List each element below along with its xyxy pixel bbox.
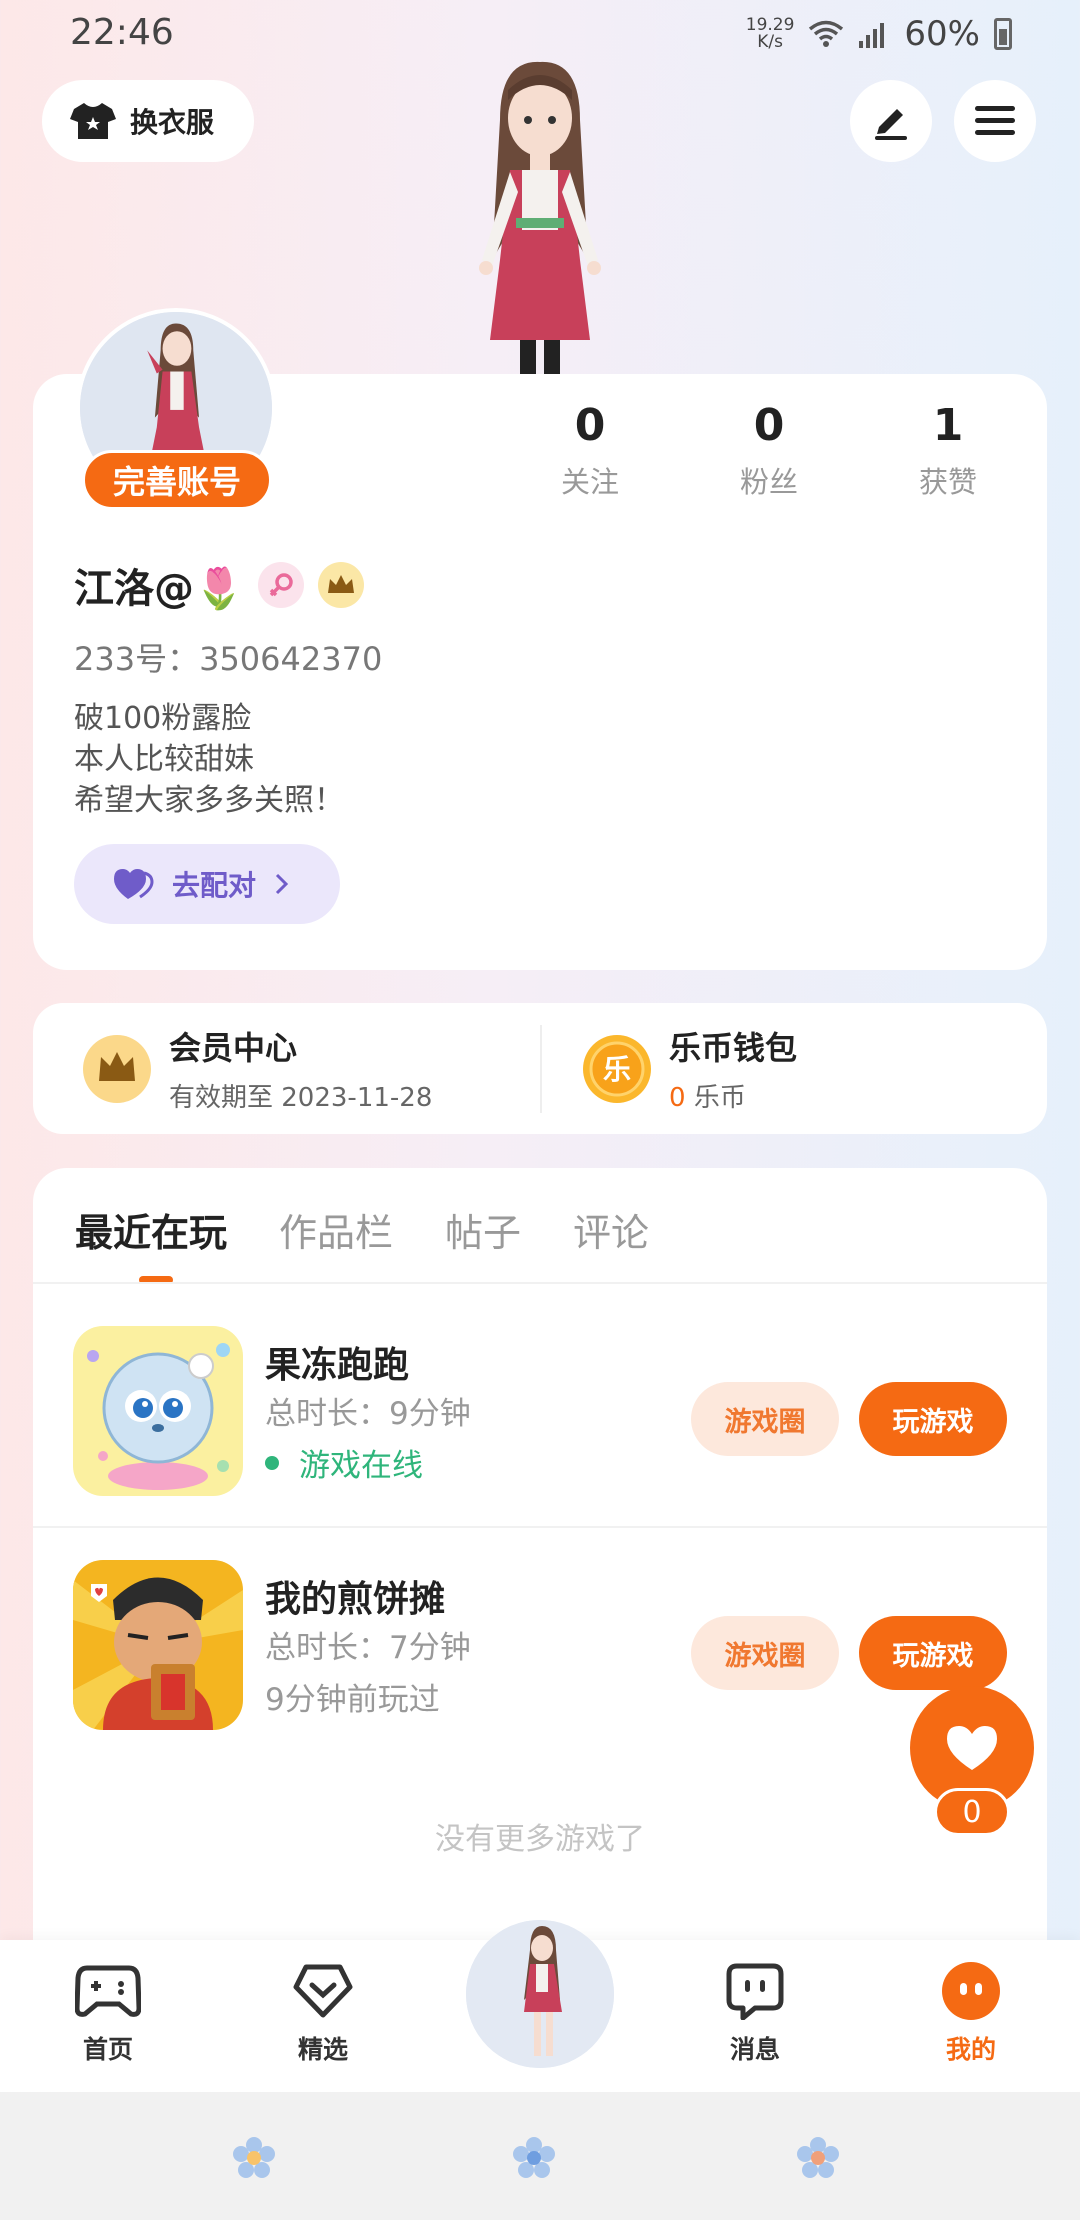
profile-face-icon [942, 1962, 1000, 2020]
no-more-games-text: 没有更多游戏了 [435, 1822, 645, 1857]
battery-percent: 60% [904, 14, 980, 54]
change-outfit-label: 换衣服 [130, 106, 215, 139]
user-id: 233号：350642370 [74, 640, 383, 678]
play-game-button[interactable]: 玩游戏 [859, 1616, 1007, 1690]
stat-following-value: 0 [574, 400, 606, 451]
vip-wallet-card: 会员中心 有效期至 2023-11-28 乐 乐币钱包 0 乐币 [33, 1003, 1047, 1134]
heart-pair-icon [114, 869, 154, 899]
game-name: 我的煎饼摊 [265, 1579, 446, 1620]
stat-followers-label: 粉丝 [739, 465, 798, 499]
heart-icon [947, 1726, 997, 1770]
nav-featured-label: 精选 [297, 2035, 348, 2064]
bio: 破100粉露脸 本人比较甜妹 希望大家多多关照！ [74, 698, 344, 821]
game-row[interactable]: 果冻跑跑 总时长：9分钟 游戏在线 游戏圈 玩游戏 [33, 1284, 1047, 1516]
heart-shield-icon [293, 1964, 353, 2018]
game-play-time: 总时长：9分钟 [265, 1396, 471, 1432]
edit-profile-button[interactable] [850, 80, 932, 162]
status-right: 19.29 K/s 60% [746, 14, 1012, 54]
flower-back-icon[interactable] [232, 2136, 276, 2180]
bio-line: 希望大家多多关照！ [74, 783, 344, 818]
gamepad-icon [75, 1965, 141, 2017]
coin-icon: 乐 [583, 1034, 651, 1103]
go-match-button[interactable]: 去配对 [74, 844, 340, 924]
stat-likes[interactable]: 1 获赞 [888, 400, 1008, 501]
vip-divider [540, 1025, 542, 1113]
nav-me-label: 我的 [945, 2035, 996, 2064]
tshirt-icon [70, 103, 116, 139]
net-speed: 19.29 K/s [746, 17, 795, 51]
nav-me[interactable]: 我的 [911, 1962, 1031, 2066]
status-time: 22:46 [70, 12, 174, 53]
game-icon-pancake-stall[interactable] [73, 1560, 243, 1730]
username-row: 江洛@🌷 [74, 556, 364, 614]
wifi-icon [809, 20, 844, 47]
tab-posts[interactable]: 帖子 [445, 1202, 521, 1257]
tab-works[interactable]: 作品栏 [279, 1202, 393, 1257]
female-gender-icon [257, 562, 304, 608]
hamburger-icon [975, 106, 1015, 135]
stat-followers[interactable]: 0 粉丝 [709, 400, 829, 501]
online-dot-icon [265, 1455, 279, 1470]
menu-button[interactable] [954, 80, 1036, 162]
chevron-right-icon [275, 873, 289, 895]
coin-amount: 0 [669, 1083, 686, 1113]
game-status-text: 游戏在线 [299, 1448, 423, 1484]
bio-line: 本人比较甜妹 [74, 742, 254, 777]
member-center-entry[interactable]: 会员中心 有效期至 2023-11-28 [83, 1003, 432, 1134]
stat-following-label: 关注 [560, 465, 619, 499]
nav-home[interactable]: 首页 [48, 1962, 168, 2066]
battery-icon [994, 18, 1012, 50]
coin-wallet-entry[interactable]: 乐 乐币钱包 0 乐币 [583, 1003, 797, 1134]
coin-wallet-title: 乐币钱包 [669, 1029, 798, 1067]
crown-icon [317, 562, 364, 608]
nav-avatar-button[interactable] [466, 1920, 614, 2068]
username: 江洛@🌷 [74, 566, 244, 612]
tab-recently-played[interactable]: 最近在玩 [75, 1202, 227, 1257]
flower-home-icon[interactable] [512, 2136, 556, 2180]
go-match-label: 去配对 [172, 869, 257, 902]
stat-likes-label: 获赞 [918, 465, 977, 499]
nav-home-label: 首页 [82, 2035, 133, 2064]
stat-followers-value: 0 [753, 400, 785, 451]
game-circle-button[interactable]: 游戏圈 [691, 1382, 839, 1456]
member-crown-icon [83, 1034, 151, 1103]
chat-icon [726, 1963, 784, 2020]
nav-messages[interactable]: 消息 [695, 1962, 815, 2066]
game-circle-button[interactable]: 游戏圈 [691, 1616, 839, 1690]
change-outfit-button[interactable]: 换衣服 [42, 80, 254, 162]
bio-line: 破100粉露脸 [74, 701, 252, 736]
game-last-played: 9分钟前玩过 [265, 1682, 440, 1718]
stat-likes-value: 1 [932, 400, 964, 451]
coin-balance: 0 乐币 [669, 1077, 797, 1114]
member-center-title: 会员中心 [169, 1029, 298, 1067]
status-bar: 22:46 19.29 K/s 60% [0, 0, 1080, 66]
stat-following[interactable]: 0 关注 [530, 400, 650, 501]
game-name: 果冻跑跑 [265, 1345, 410, 1386]
net-speed-unit: K/s [757, 32, 783, 52]
avatar-character-image[interactable] [430, 60, 650, 374]
complete-account-badge[interactable]: 完善账号 [82, 450, 272, 510]
game-play-time: 总时长：7分钟 [265, 1630, 471, 1666]
nav-messages-label: 消息 [729, 2035, 780, 2064]
profile-tabs: 最近在玩 作品栏 帖子 评论 [75, 1202, 649, 1257]
coin-unit: 乐币 [693, 1083, 746, 1113]
pen-icon [875, 109, 907, 140]
game-online-status: 游戏在线 [265, 1440, 423, 1485]
game-row[interactable]: 我的煎饼摊 总时长：7分钟 9分钟前玩过 游戏圈 玩游戏 [33, 1518, 1047, 1750]
flower-recents-icon[interactable] [796, 2136, 840, 2180]
coin-glyph: 乐 [603, 1053, 631, 1086]
nav-featured[interactable]: 精选 [263, 1962, 383, 2066]
like-count-badge: 0 [934, 1788, 1010, 1836]
play-game-button[interactable]: 玩游戏 [859, 1382, 1007, 1456]
signal-icon [859, 23, 885, 48]
tab-comments[interactable]: 评论 [573, 1202, 649, 1257]
member-expiry: 有效期至 2023-11-28 [169, 1083, 433, 1113]
game-icon-jelly-run[interactable] [73, 1326, 243, 1496]
